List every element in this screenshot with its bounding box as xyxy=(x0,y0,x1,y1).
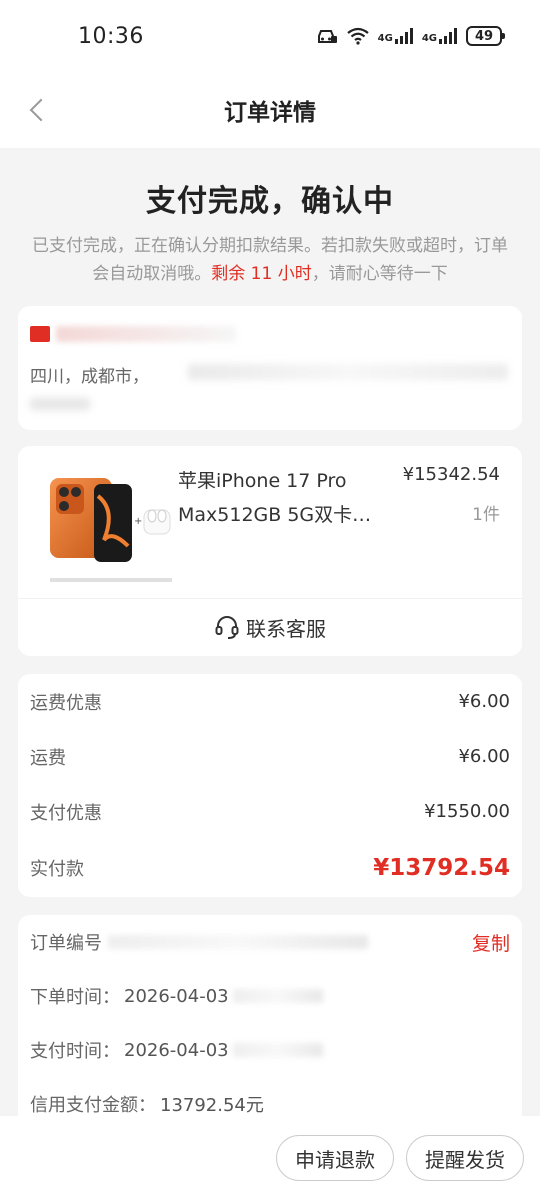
redacted-address xyxy=(188,364,508,380)
fee-row-shipping-discount: 运费优惠 ¥6.00 xyxy=(30,674,510,729)
order-time-value: 2026-04-03 xyxy=(124,985,229,1007)
total-label: 实付款 xyxy=(30,859,84,880)
redacted-order-number xyxy=(108,935,368,949)
credit-value: 13792.54元 xyxy=(160,1095,264,1116)
product-name-line2: Max512GB 5G双卡… xyxy=(178,504,372,526)
battery-level: 49 xyxy=(474,28,494,44)
headset-icon xyxy=(215,616,239,639)
address-card[interactable]: 四川，成都市， xyxy=(18,306,522,430)
redacted-time xyxy=(232,1043,323,1057)
product-quantity: 1件 xyxy=(472,505,500,525)
remaining-time: 剩余 11 小时 xyxy=(211,264,312,284)
status-icons: 4G 4G 49 xyxy=(316,26,505,46)
default-address-tag xyxy=(30,326,50,342)
remind-ship-button[interactable]: 提醒发货 xyxy=(406,1135,524,1181)
network-type-2: 4G xyxy=(421,33,437,44)
fee-summary: 运费优惠 ¥6.00 运费 ¥6.00 支付优惠 ¥1550.00 实付款 ¥1… xyxy=(18,674,522,897)
battery-icon: 49 xyxy=(466,26,505,46)
product-card[interactable]: + 苹果iPhone 17 Pro Max512GB 5G双卡… ¥15342.… xyxy=(18,446,522,656)
redacted-address-2 xyxy=(30,398,90,410)
pay-time-row: 支付时间： 2026-04-03 xyxy=(30,1023,510,1077)
svg-text:+: + xyxy=(134,516,142,527)
contact-service-button[interactable]: 联系客服 xyxy=(18,598,522,656)
wifi-icon xyxy=(346,27,369,45)
pay-time-value: 2026-04-03 xyxy=(124,1039,229,1061)
order-number-label: 订单编号 xyxy=(30,933,102,954)
signal-bars-icon xyxy=(394,28,413,44)
total-value: ¥13792.54 xyxy=(373,855,510,881)
chevron-left-icon xyxy=(29,98,53,122)
network-type-1: 4G xyxy=(377,33,393,44)
address-line: 四川，成都市， xyxy=(30,367,149,387)
signal-1: 4G xyxy=(378,28,413,44)
status-desc-suffix: ，请耐心等待一下 xyxy=(311,264,448,284)
fee-label: 运费 xyxy=(30,747,66,769)
fee-row-shipping: 运费 ¥6.00 xyxy=(30,729,510,784)
fee-label: 运费优惠 xyxy=(30,692,102,714)
product-image[interactable]: + xyxy=(46,470,176,588)
product-name-line1: 苹果iPhone 17 Pro xyxy=(178,470,347,492)
back-button[interactable] xyxy=(18,90,58,130)
refund-button[interactable]: 申请退款 xyxy=(276,1135,394,1181)
fee-row-total: 实付款 ¥13792.54 xyxy=(30,839,510,897)
fee-value: ¥6.00 xyxy=(458,746,510,767)
signal-2: 4G xyxy=(422,28,457,44)
clock: 10:36 xyxy=(78,23,144,49)
order-time-label: 下单时间： xyxy=(30,987,120,1008)
copy-button[interactable]: 复制 xyxy=(472,929,510,956)
redacted-time xyxy=(232,989,323,1003)
order-number-row: 订单编号 复制 xyxy=(30,915,510,969)
order-time-row: 下单时间： 2026-04-03 xyxy=(30,969,510,1023)
top-header: 10:36 4G 4G 49 订单详情 xyxy=(0,0,540,148)
status-bar: 10:36 4G 4G 49 xyxy=(0,0,540,72)
car-icon xyxy=(317,30,337,43)
order-info: 订单编号 复制 下单时间： 2026-04-03 支付时间： 2026-04-0… xyxy=(18,915,522,1125)
status-description: 已支付完成，正在确认分期扣款结果。若扣款失败或超时，订单会自动取消哦。剩余 11… xyxy=(0,220,540,288)
page-title: 订单详情 xyxy=(224,100,316,126)
order-status: 支付完成，确认中 已支付完成，正在确认分期扣款结果。若扣款失败或超时，订单会自动… xyxy=(0,148,540,288)
nav-bar: 订单详情 xyxy=(0,72,540,148)
fee-row-payment-discount: 支付优惠 ¥1550.00 xyxy=(30,784,510,839)
bottom-action-bar: 申请退款 提醒发货 xyxy=(0,1116,540,1200)
product-name[interactable]: 苹果iPhone 17 Pro Max512GB 5G双卡… xyxy=(178,464,393,532)
credit-label: 信用支付金额： xyxy=(30,1095,156,1116)
fee-label: 支付优惠 xyxy=(30,802,102,824)
contact-service-label: 联系客服 xyxy=(246,616,326,641)
fee-value: ¥6.00 xyxy=(458,691,510,712)
product-price: ¥15342.54 xyxy=(402,464,500,485)
signal-bars-icon xyxy=(439,28,457,44)
status-title: 支付完成，确认中 xyxy=(146,184,394,219)
redacted-name xyxy=(56,326,236,342)
pay-time-label: 支付时间： xyxy=(30,1041,120,1062)
fee-value: ¥1550.00 xyxy=(424,801,510,822)
